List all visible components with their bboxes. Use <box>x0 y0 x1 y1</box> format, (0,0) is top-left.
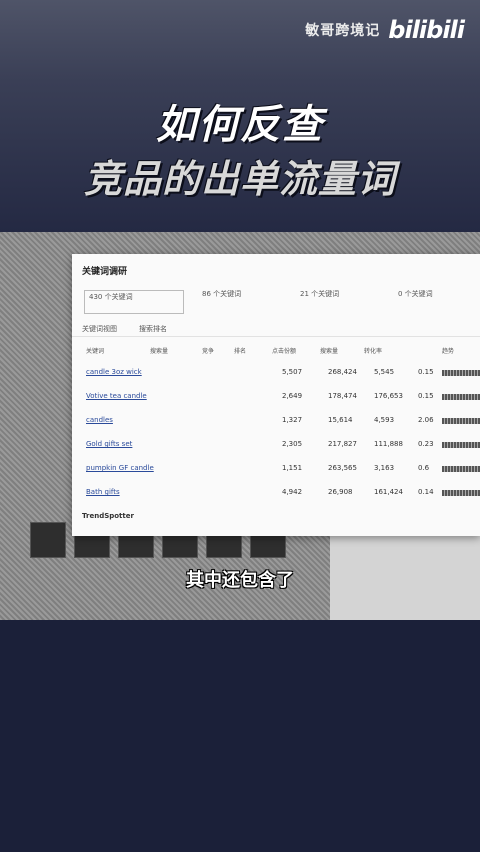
cell: 0.23 <box>418 440 434 448</box>
stat-box[interactable]: 21 个关键词 <box>300 290 339 308</box>
cell: 2.06 <box>418 416 434 424</box>
cell: 0.15 <box>418 368 434 376</box>
product-thumbnail[interactable] <box>30 522 66 558</box>
table-row[interactable]: pumpkin GF candle 1,151 263,565 3,163 0.… <box>82 460 480 480</box>
cell: 0.14 <box>418 488 434 496</box>
column-header[interactable]: 排名 <box>234 346 246 355</box>
cell: 217,827 <box>328 440 357 448</box>
column-header[interactable]: 关键词 <box>86 346 104 355</box>
cell: 3,163 <box>374 464 395 472</box>
table-row[interactable]: candle 3oz wick 5,507 268,424 5,545 0.15 <box>82 364 480 384</box>
keyword-link[interactable]: pumpkin GF candle <box>86 464 154 472</box>
trend-sparkline <box>442 370 480 376</box>
stat-label: 21 个关键词 <box>300 290 340 298</box>
title-line-2: 竞品的出单流量词 <box>83 157 396 201</box>
stat-label: 430 个关键词 <box>89 293 133 301</box>
cell: 26,908 <box>328 488 353 496</box>
trend-sparkline <box>442 418 480 424</box>
tab-keyword-view[interactable]: 关键词视图 <box>82 324 117 334</box>
stat-box[interactable]: 430 个关键词 <box>84 290 184 314</box>
column-header[interactable]: 搜索量 <box>150 346 168 355</box>
cell: 1,327 <box>282 416 303 424</box>
cell: 263,565 <box>328 464 357 472</box>
column-header[interactable]: 点击份额 <box>272 346 296 355</box>
cell: 176,653 <box>374 392 403 400</box>
cell: 4,593 <box>374 416 395 424</box>
trend-sparkline <box>442 442 480 448</box>
column-header[interactable]: 搜索量 <box>320 346 338 355</box>
cell: 5,507 <box>282 368 303 376</box>
header-banner: 敏哥跨境记 bilibili 如何反查 竞品的出单流量词 <box>0 0 480 232</box>
keyword-link[interactable]: candle 3oz wick <box>86 368 142 376</box>
cell: 0.15 <box>418 392 434 400</box>
stat-label: 0 个关键词 <box>398 290 433 298</box>
brand: 敏哥跨境记 bilibili <box>305 16 465 44</box>
column-header[interactable]: 竞争 <box>202 346 214 355</box>
keyword-link[interactable]: Votive tea candle <box>86 392 147 400</box>
cell: 178,474 <box>328 392 357 400</box>
cell: 2,305 <box>282 440 303 448</box>
table-row[interactable]: Bath gifts 4,942 26,908 161,424 0.14 <box>82 484 480 504</box>
cell: 111,888 <box>374 440 403 448</box>
table-row[interactable]: Votive tea candle 2,649 178,474 176,653 … <box>82 388 480 408</box>
keyword-link[interactable]: Bath gifts <box>86 488 120 496</box>
stat-label: 86 个关键词 <box>202 290 242 298</box>
cell: 268,424 <box>328 368 357 376</box>
cell: 5,545 <box>374 368 395 376</box>
column-header[interactable]: 趋势 <box>442 346 454 355</box>
table-header: 关键词 搜索量 竞争 排名 点击份额 搜索量 转化率 趋势 <box>82 346 472 358</box>
cell: 1,151 <box>282 464 303 472</box>
keyword-link[interactable]: candles <box>86 416 113 424</box>
channel-name: 敏哥跨境记 <box>305 23 381 39</box>
tab-search-rank[interactable]: 搜索排名 <box>139 324 167 334</box>
title-line-1: 如何反查 <box>156 102 324 148</box>
keyword-link[interactable]: Gold gifts set <box>86 440 132 448</box>
trend-sparkline <box>442 466 480 472</box>
video-caption: 其中还包含了 <box>186 570 294 591</box>
cell: 2,649 <box>282 392 303 400</box>
panel-footer-logo: TrendSpotter <box>82 512 134 520</box>
column-header[interactable]: 转化率 <box>364 346 382 355</box>
cell: 0.6 <box>418 464 430 472</box>
tab-bar: 关键词视图 搜索排名 <box>82 324 167 334</box>
table-row[interactable]: Gold gifts set 2,305 217,827 111,888 0.2… <box>82 436 480 456</box>
cell: 161,424 <box>374 488 403 496</box>
keyword-research-panel: 关键词调研 430 个关键词 86 个关键词 21 个关键词 0 个关键词 关键… <box>72 254 480 536</box>
bilibili-logo: bilibili <box>388 16 465 44</box>
table-row[interactable]: candles 1,327 15,614 4,593 2.06 <box>82 412 480 432</box>
panel-title: 关键词调研 <box>82 267 128 277</box>
trend-sparkline <box>442 490 480 496</box>
cell: 4,942 <box>282 488 303 496</box>
trend-sparkline <box>442 394 480 400</box>
cell: 15,614 <box>328 416 353 424</box>
stat-box[interactable]: 0 个关键词 <box>398 290 433 308</box>
stat-box[interactable]: 86 个关键词 <box>202 290 241 308</box>
divider <box>72 336 480 337</box>
